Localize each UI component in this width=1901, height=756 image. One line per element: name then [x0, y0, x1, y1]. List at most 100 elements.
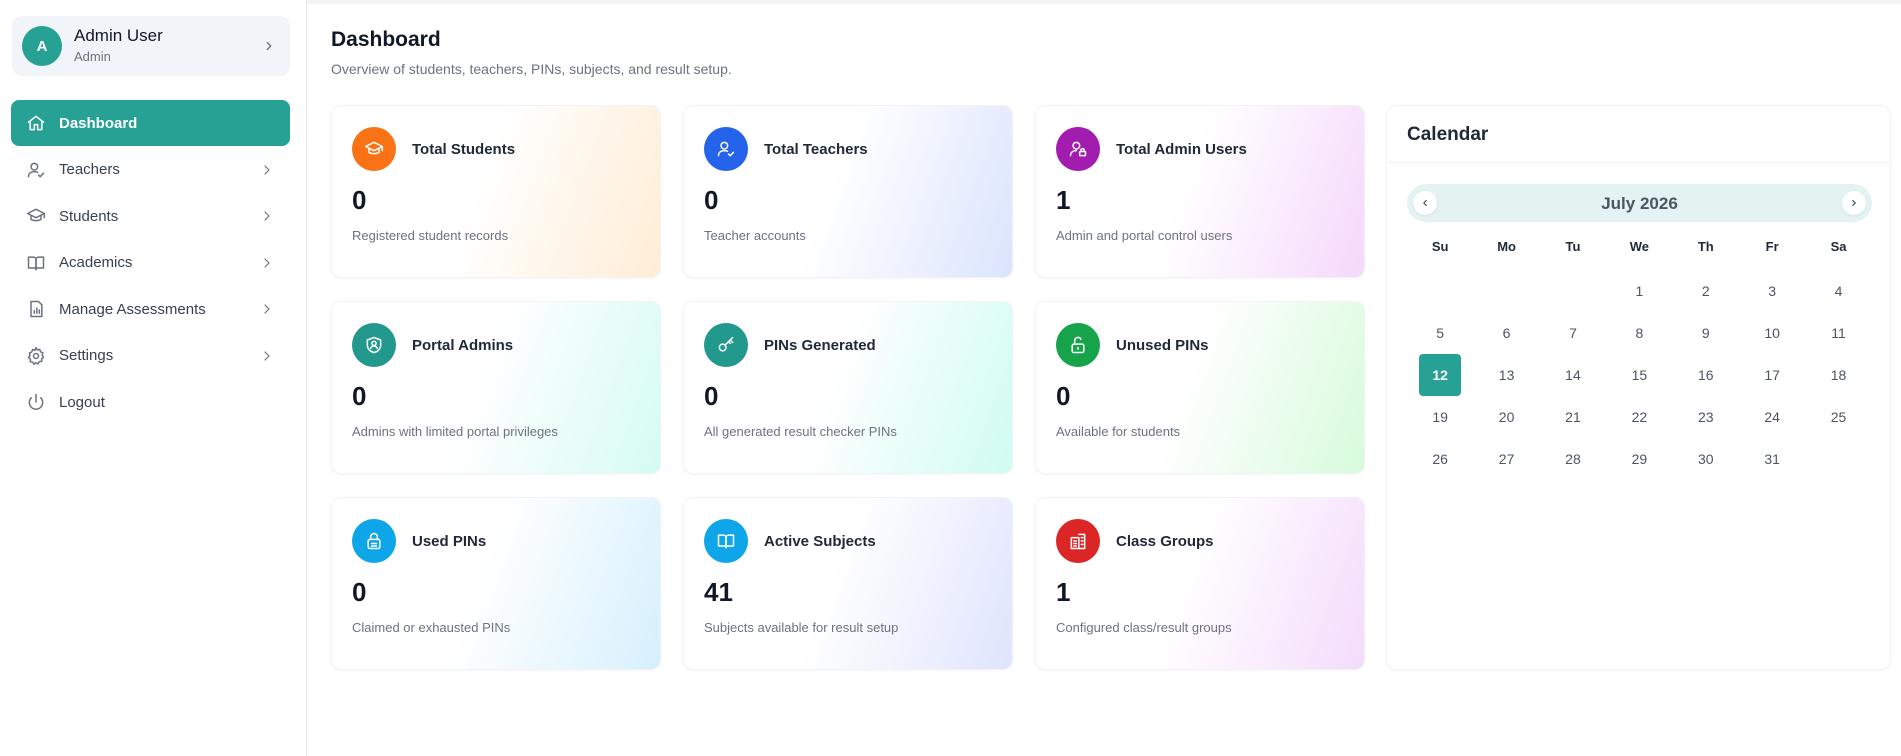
calendar-day[interactable]: 9 [1685, 312, 1727, 354]
calendar-day[interactable]: 27 [1486, 438, 1528, 480]
calendar-day[interactable]: 7 [1552, 312, 1594, 354]
calendar-cell: 12 [1407, 354, 1473, 396]
sidebar-item-label: Manage Assessments [59, 300, 206, 318]
power-icon [25, 391, 47, 413]
calendar-day[interactable]: 3 [1751, 270, 1793, 312]
user-profile-card[interactable]: A Admin User Admin [12, 16, 290, 76]
calendar-week-row: 19 20 21 22 23 24 25 [1407, 396, 1872, 438]
stat-card-title: Total Admin Users [1116, 141, 1247, 158]
sidebar-item-academics[interactable]: Academics [11, 240, 290, 286]
sidebar-item-label: Teachers [59, 161, 120, 178]
calendar-day[interactable]: 14 [1552, 354, 1594, 396]
key-icon [704, 323, 748, 367]
calendar-week-row: 12 13 14 15 16 17 18 [1407, 354, 1872, 396]
stat-card-title: Active Subjects [764, 533, 876, 550]
calendar-cell: 1 [1606, 270, 1672, 312]
stat-card-description: Available for students [1056, 424, 1181, 439]
sidebar-item-logout[interactable]: Logout [11, 379, 290, 425]
stat-card-title: Total Students [412, 141, 516, 158]
calendar-cell: 16 [1673, 354, 1739, 396]
stat-card-value: 0 [704, 185, 719, 215]
calendar-day[interactable]: 20 [1486, 396, 1528, 438]
calendar-day[interactable]: 25 [1818, 396, 1860, 438]
stat-card-title: Total Teachers [764, 141, 868, 158]
calendar-day[interactable]: 4 [1818, 270, 1860, 312]
chevron-right-icon [258, 300, 276, 318]
sidebar-item-label: Students [59, 207, 119, 225]
calendar-day[interactable]: 18 [1818, 354, 1860, 396]
calendar-cell: 27 [1473, 438, 1539, 480]
sidebar-item-manage-assessments[interactable]: Manage Assessments [11, 286, 290, 332]
calendar-cell: 13 [1473, 354, 1539, 396]
shield-user-icon [352, 323, 396, 367]
sidebar-item-dashboard[interactable]: Dashboard [11, 100, 290, 146]
report-chart-icon [25, 298, 47, 320]
calendar-cell: 3 [1739, 270, 1805, 312]
calendar-day[interactable]: 13 [1486, 354, 1528, 396]
weekday-label: Su [1431, 238, 1449, 254]
calendar-cell: 11 [1805, 312, 1871, 354]
page-subtitle: Overview of students, teachers, PINs, su… [331, 61, 732, 77]
calendar-cell: 22 [1606, 396, 1672, 438]
calendar-week-row: 5 6 7 8 9 10 11 [1407, 312, 1872, 354]
stat-card-used-pins: Used PINs 0 Claimed or exhausted PINs [331, 497, 661, 670]
calendar-cell: 18 [1805, 354, 1871, 396]
sidebar-item-students[interactable]: Students [11, 193, 290, 239]
calendar-day[interactable]: 6 [1486, 312, 1528, 354]
weekday-label: Sa [1830, 238, 1847, 254]
calendar-day[interactable]: 22 [1618, 396, 1660, 438]
calendar-day[interactable]: 5 [1419, 312, 1461, 354]
graduation-cap-icon [25, 205, 47, 227]
avatar: A [22, 26, 62, 66]
calendar-day[interactable]: 19 [1419, 396, 1461, 438]
weekday-header-row: Su Mo Tu We Th Fr Sa [1407, 234, 1872, 258]
calendar-cell: 4 [1805, 270, 1871, 312]
calendar-day[interactable]: 31 [1751, 438, 1793, 480]
user-check-icon [25, 159, 47, 181]
calendar-cell: 20 [1473, 396, 1539, 438]
stat-card-unused-pins: Unused PINs 0 Available for students [1035, 301, 1365, 474]
sidebar-item-settings[interactable]: Settings [11, 333, 290, 379]
calendar-day[interactable]: 29 [1618, 438, 1660, 480]
graduation-cap-icon [352, 127, 396, 171]
sidebar-item-teachers[interactable]: Teachers [11, 147, 290, 193]
calendar-day[interactable]: 1 [1618, 270, 1660, 312]
calendar-widget: Calendar July 2026 Su Mo Tu We Th Fr Sa 1 2 3 4 5 6 7… [1386, 105, 1891, 670]
stat-card-pins-generated: PINs Generated 0 All generated result chec… [683, 301, 1013, 474]
calendar-day[interactable]: 30 [1685, 438, 1727, 480]
calendar-cell: 6 [1473, 312, 1539, 354]
calendar-day[interactable]: 8 [1618, 312, 1660, 354]
stat-card-description: Claimed or exhausted PINs [352, 620, 511, 635]
user-name: Admin User [74, 26, 163, 45]
calendar-day[interactable]: 24 [1751, 396, 1793, 438]
calendar-day[interactable]: 28 [1552, 438, 1594, 480]
sidebar-item-label: Logout [59, 393, 105, 411]
stat-card-active-subjects: Active Subjects 41 Subjects available for … [683, 497, 1013, 670]
calendar-day[interactable]: 23 [1685, 396, 1727, 438]
next-month-button[interactable] [1842, 191, 1866, 215]
calendar-day[interactable]: 15 [1618, 354, 1660, 396]
calendar-day[interactable]: 21 [1552, 396, 1594, 438]
calendar-day[interactable]: 11 [1818, 312, 1860, 354]
chevron-right-icon [258, 254, 276, 272]
calendar-day[interactable]: 26 [1419, 438, 1461, 480]
stat-card-value: 0 [352, 185, 367, 215]
stat-card-class-groups: Class Groups 1 Configured class/result gro… [1035, 497, 1365, 670]
book-open-icon [704, 519, 748, 563]
calendar-cell: 30 [1673, 438, 1739, 480]
calendar-divider [1387, 162, 1890, 163]
sidebar-item-label: Academics [59, 254, 133, 271]
calendar-day[interactable]: 16 [1685, 354, 1727, 396]
calendar-day[interactable]: 2 [1685, 270, 1727, 312]
calendar-cell: 25 [1805, 396, 1871, 438]
stat-card-description: Configured class/result groups [1056, 620, 1232, 635]
calendar-title: Calendar [1407, 124, 1489, 145]
weekday-label: Fr [1765, 238, 1779, 254]
weekday-label: We [1629, 238, 1649, 254]
user-info: Admin User Admin [74, 26, 260, 66]
calendar-day-today[interactable]: 12 [1419, 354, 1462, 396]
calendar-day[interactable]: 10 [1751, 312, 1793, 354]
unlock-icon [1056, 323, 1100, 367]
calendar-day[interactable]: 17 [1751, 354, 1793, 396]
stat-card-description: Registered student records [352, 228, 509, 243]
